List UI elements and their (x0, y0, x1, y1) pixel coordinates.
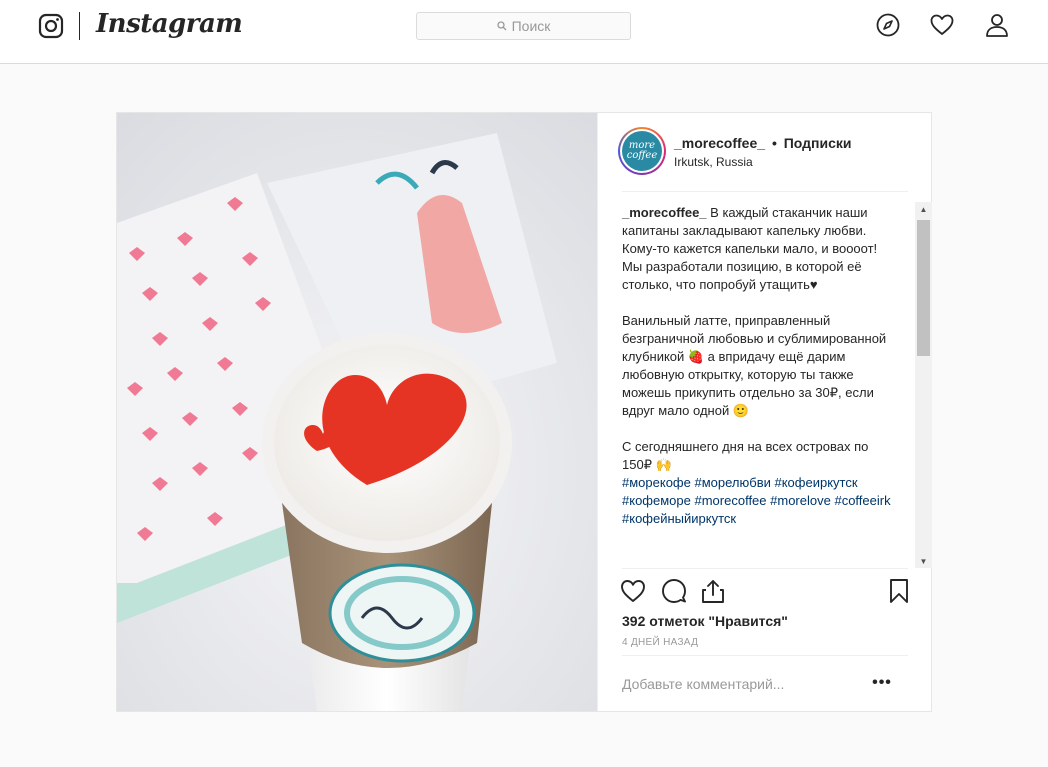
hashtag-link[interactable]: #кофеморе (622, 493, 691, 508)
share-icon[interactable] (700, 578, 726, 604)
caption-paragraph-3: С сегодняшнего дня на всех островах по 1… (622, 439, 869, 472)
caption: _morecoffee_ В каждый стаканчик наши кап… (622, 204, 892, 528)
hashtag-link[interactable]: #morelove (770, 493, 831, 508)
bookmark-icon[interactable] (886, 578, 912, 604)
avatar[interactable]: more coffee (618, 127, 666, 175)
profile-icon[interactable] (985, 13, 1009, 37)
search-placeholder: Поиск (511, 18, 551, 34)
post-card: more coffee _morecoffee_ • Подписки Irku… (116, 112, 932, 712)
likes-count[interactable]: 392 отметок "Нравится" (622, 613, 788, 629)
hashtags: #морекофе #морелюбви #кофеиркутск #кофем… (622, 474, 892, 528)
location-link[interactable]: Irkutsk, Russia (674, 155, 753, 169)
comment-bubble-icon[interactable] (661, 578, 687, 604)
post-photo[interactable] (117, 113, 597, 711)
caption-paragraph-2: Ванильный латте, приправленный безгранич… (622, 313, 887, 418)
nav-divider (79, 12, 80, 40)
compass-icon[interactable] (876, 13, 900, 37)
scroll-up-arrow-icon[interactable]: ▲ (915, 202, 932, 216)
comment-divider (622, 655, 908, 656)
scroll-down-arrow-icon[interactable]: ▼ (915, 554, 932, 568)
comment-input[interactable] (622, 669, 862, 699)
hashtag-link[interactable]: #морекофе (622, 475, 691, 490)
search-box[interactable]: Поиск (416, 12, 631, 40)
avatar-image: more coffee (622, 131, 662, 171)
more-options-icon[interactable]: ••• (870, 671, 894, 695)
caption-divider (622, 568, 908, 569)
scroll-thumb[interactable] (917, 220, 930, 356)
hashtag-link[interactable]: #кофеиркутск (774, 475, 857, 490)
caption-container: _morecoffee_ В каждый стаканчик наши кап… (598, 192, 932, 568)
post-side-panel: more coffee _morecoffee_ • Подписки Irku… (597, 113, 932, 711)
hashtag-link[interactable]: #морелюбви (694, 475, 770, 490)
caption-scrollbar[interactable]: ▲ ▼ (915, 202, 932, 568)
instagram-glyph-icon[interactable] (38, 13, 64, 39)
post-timestamp[interactable]: 4 дней назад (622, 637, 698, 648)
hashtag-link[interactable]: #кофейныйиркутск (622, 511, 736, 526)
caption-username[interactable]: _morecoffee_ (622, 205, 707, 220)
hashtag-link[interactable]: #coffeeirk (834, 493, 890, 508)
latte-photo-image (117, 113, 597, 711)
post-header: more coffee _morecoffee_ • Подписки Irku… (598, 113, 932, 191)
follow-button[interactable]: Подписки (784, 135, 852, 151)
like-heart-icon[interactable] (620, 578, 646, 604)
search-icon (496, 21, 507, 31)
top-nav: Instagram Поиск (0, 0, 1048, 64)
instagram-wordmark[interactable]: Instagram (96, 9, 243, 39)
separator-dot: • (771, 135, 777, 151)
hashtag-link[interactable]: #morecoffee (694, 493, 766, 508)
username-link[interactable]: _morecoffee_ (674, 135, 765, 151)
username-row: _morecoffee_ • Подписки (674, 135, 852, 151)
heart-icon[interactable] (930, 13, 954, 37)
